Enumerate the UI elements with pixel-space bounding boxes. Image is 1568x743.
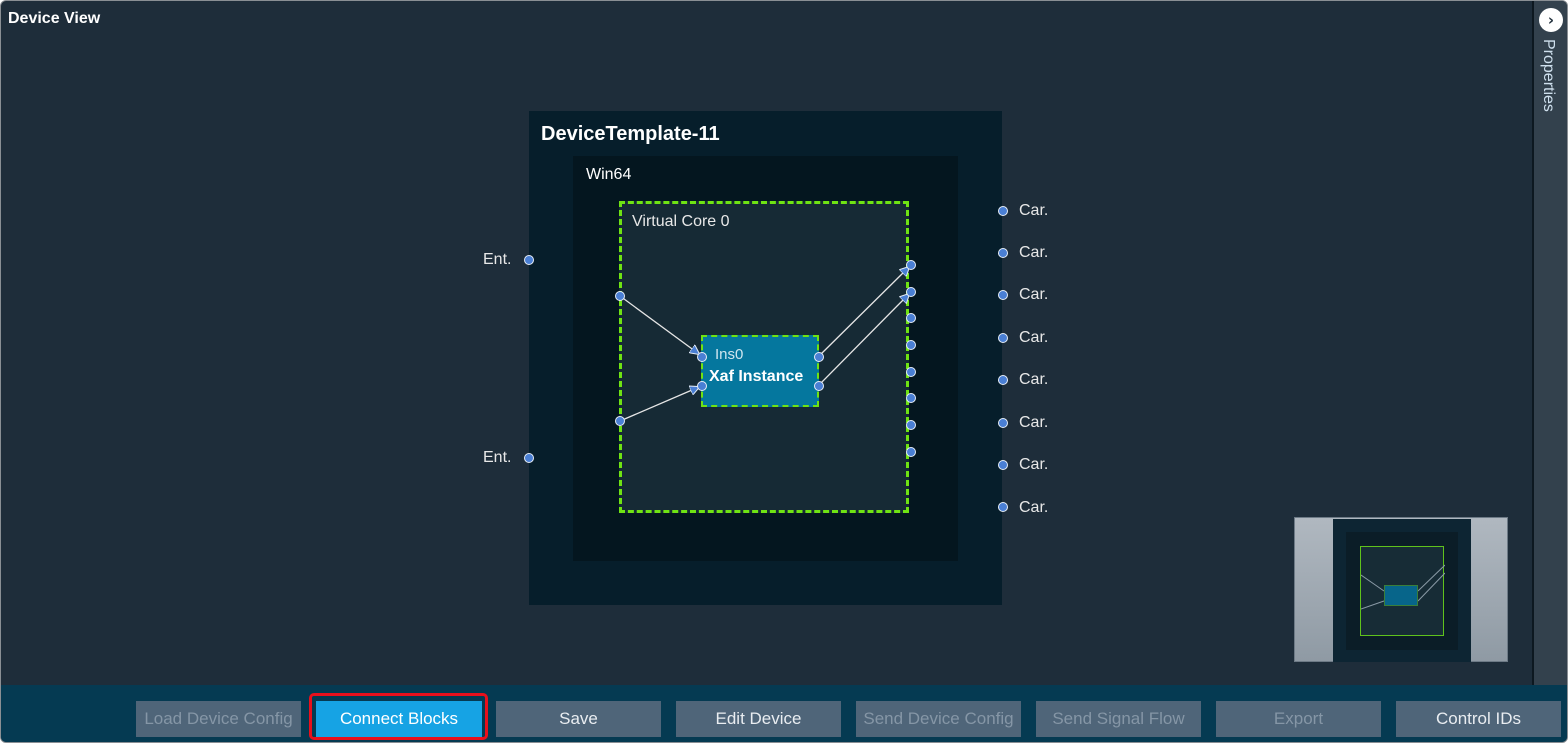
output-port-label: Car.	[1019, 456, 1049, 473]
edit-device-button[interactable]: Edit Device	[676, 701, 841, 737]
device-view-window: Device View DeviceTemplate-11 Win64 Virt…	[0, 0, 1568, 743]
instance-id: Ins0	[715, 346, 744, 363]
load-device-config-button[interactable]: Load Device Config	[136, 701, 301, 737]
core-output-port[interactable]	[906, 447, 916, 457]
minimap-platform	[1346, 532, 1458, 650]
chevron-right-icon[interactable]: ›	[1539, 8, 1563, 32]
core-output-port[interactable]	[906, 420, 916, 430]
connect-blocks-highlight	[309, 693, 488, 740]
properties-panel[interactable]: › Properties	[1532, 1, 1567, 685]
send-signal-flow-button[interactable]: Send Signal Flow	[1036, 701, 1201, 737]
core-output-port[interactable]	[906, 367, 916, 377]
device-output-port[interactable]	[998, 290, 1008, 300]
output-port-label: Car.	[1019, 371, 1049, 388]
device-title: DeviceTemplate-11	[541, 123, 720, 145]
properties-label[interactable]: Properties	[1539, 39, 1557, 112]
core-title: Virtual Core 0	[632, 213, 730, 230]
device-input-port[interactable]	[524, 453, 534, 463]
send-device-config-button[interactable]: Send Device Config	[856, 701, 1021, 737]
output-port-label: Car.	[1019, 414, 1049, 431]
device-output-port[interactable]	[998, 248, 1008, 258]
core-input-port[interactable]	[615, 291, 625, 301]
input-port-label: Ent.	[483, 251, 512, 268]
device-output-port[interactable]	[998, 375, 1008, 385]
core-output-port[interactable]	[906, 313, 916, 323]
input-port-label: Ent.	[483, 449, 512, 466]
instance-output-port[interactable]	[814, 381, 824, 391]
core-input-port[interactable]	[615, 416, 625, 426]
control-ids-button[interactable]: Control IDs	[1396, 701, 1561, 737]
device-input-port[interactable]	[524, 255, 534, 265]
minimap-viewport[interactable]	[1333, 519, 1471, 662]
device-output-port[interactable]	[998, 333, 1008, 343]
device-output-port[interactable]	[998, 418, 1008, 428]
output-port-label: Car.	[1019, 202, 1049, 219]
device-output-port[interactable]	[998, 206, 1008, 216]
core-output-port[interactable]	[906, 340, 916, 350]
window-title: Device View	[8, 10, 101, 27]
bottom-toolbar: Load Device Config Connect Blocks Save E…	[1, 685, 1567, 742]
output-port-label: Car.	[1019, 499, 1049, 516]
minimap-instance	[1384, 585, 1418, 606]
instance-input-port[interactable]	[697, 381, 707, 391]
output-port-label: Car.	[1019, 329, 1049, 346]
minimap-core	[1360, 546, 1445, 636]
instance-output-port[interactable]	[814, 352, 824, 362]
xaf-instance-block[interactable]: Ins0 Xaf Instance	[701, 335, 819, 407]
core-output-port[interactable]	[906, 287, 916, 297]
core-output-port[interactable]	[906, 260, 916, 270]
device-output-port[interactable]	[998, 502, 1008, 512]
diagram-canvas[interactable]: Device View DeviceTemplate-11 Win64 Virt…	[1, 1, 1532, 685]
export-button[interactable]: Export	[1216, 701, 1381, 737]
device-output-port[interactable]	[998, 460, 1008, 470]
platform-title: Win64	[586, 166, 632, 183]
instance-name: Xaf Instance	[709, 368, 804, 385]
minimap[interactable]	[1294, 517, 1508, 662]
core-output-port[interactable]	[906, 393, 916, 403]
output-port-label: Car.	[1019, 286, 1049, 303]
output-port-label: Car.	[1019, 244, 1049, 261]
instance-input-port[interactable]	[697, 352, 707, 362]
save-button[interactable]: Save	[496, 701, 661, 737]
